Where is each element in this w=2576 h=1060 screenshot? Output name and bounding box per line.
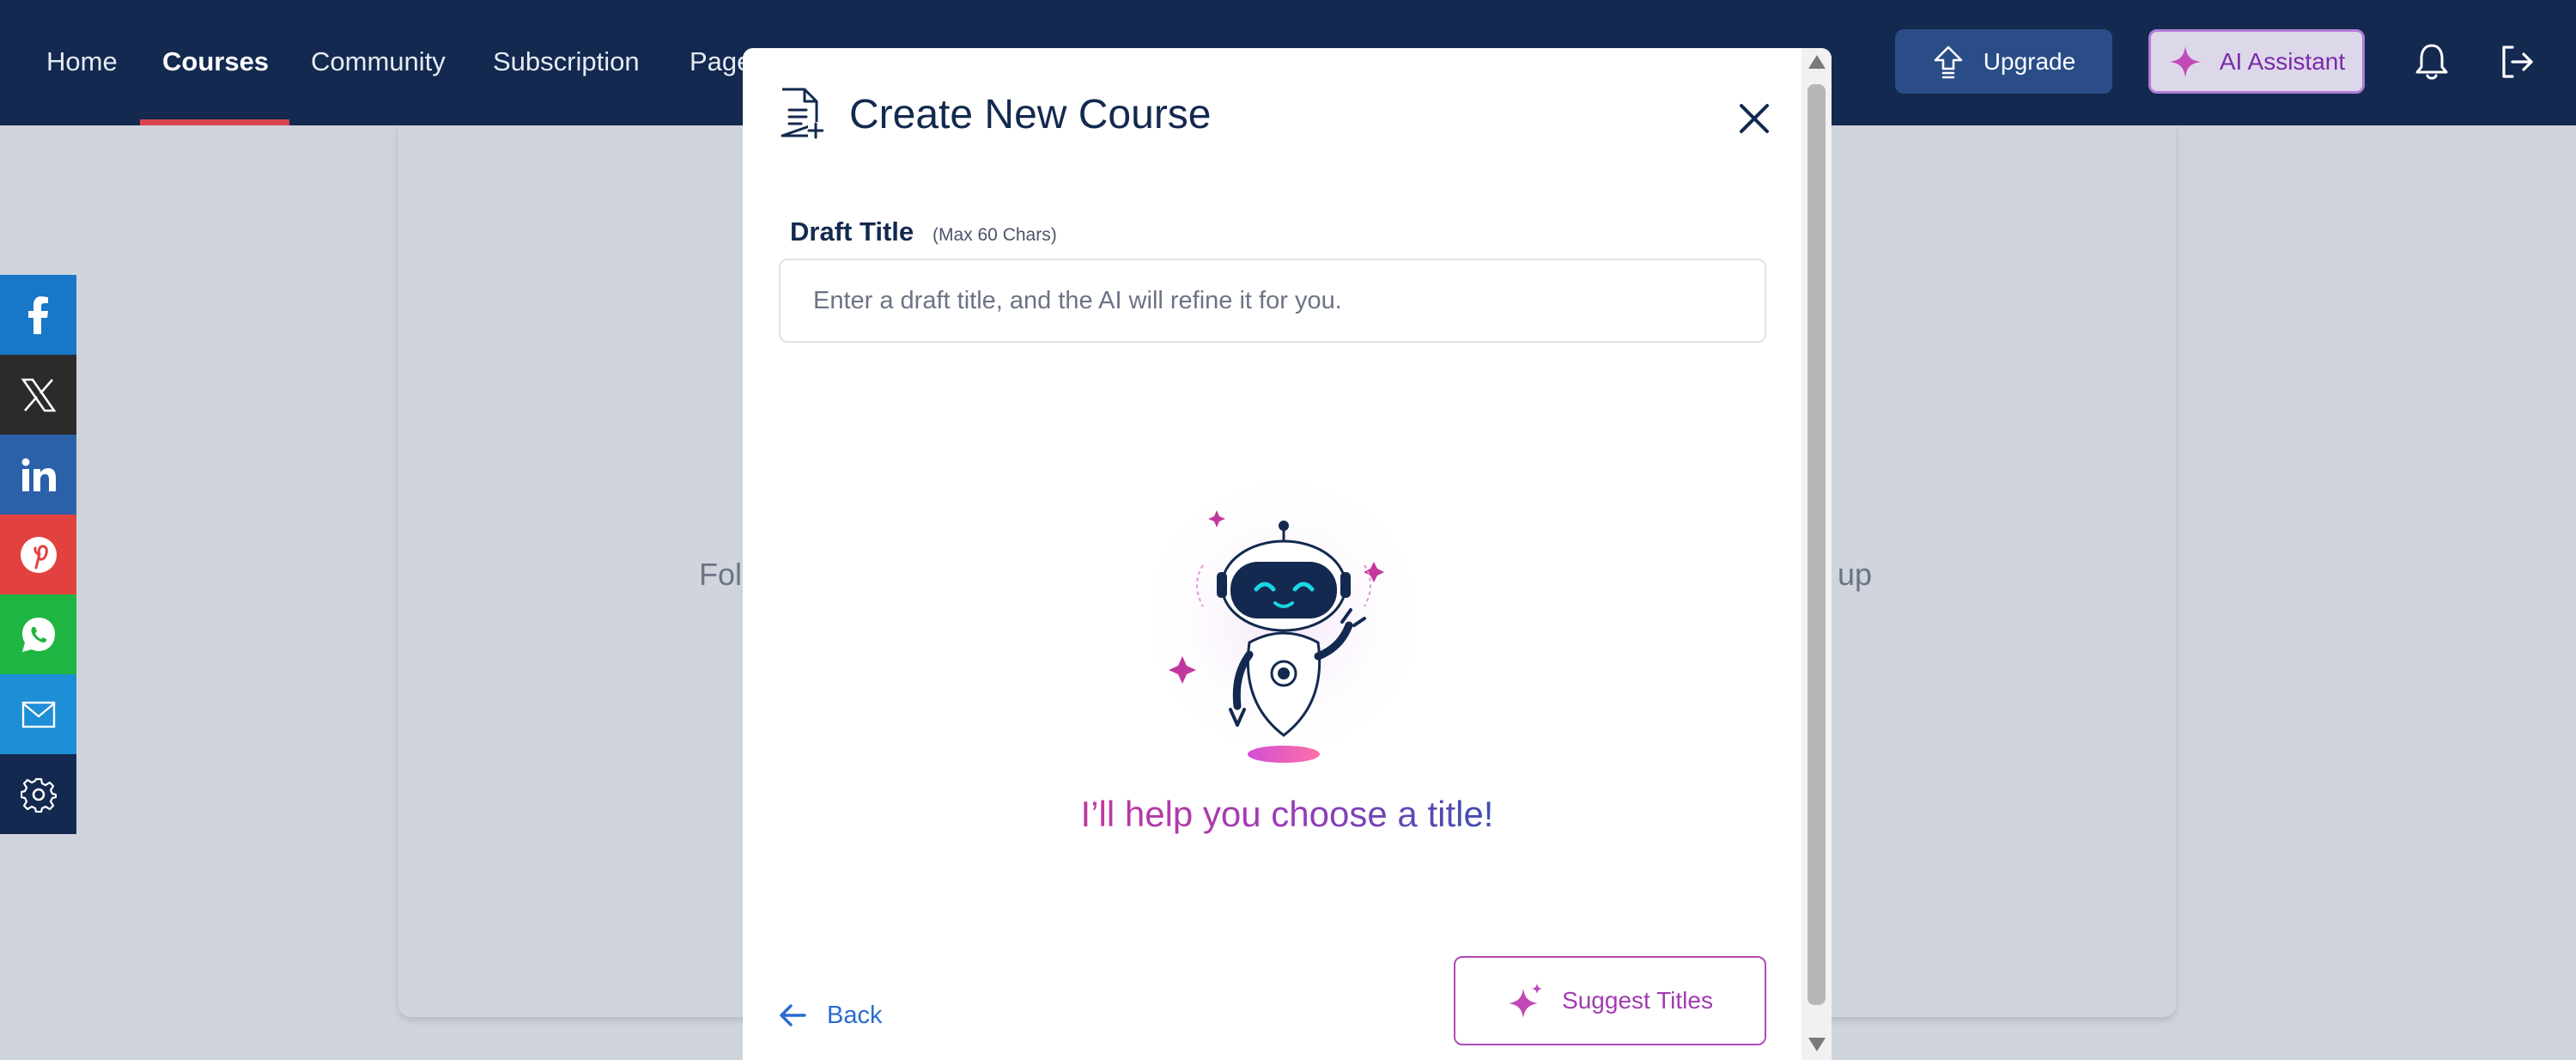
- scroll-up-arrow-icon[interactable]: [1808, 55, 1826, 69]
- close-icon[interactable]: [1728, 93, 1780, 144]
- back-label: Back: [827, 1001, 883, 1029]
- linkedin-icon[interactable]: [0, 435, 76, 515]
- settings-icon[interactable]: [0, 754, 76, 834]
- modal-title: Create New Course: [849, 92, 1212, 137]
- draft-title-input[interactable]: [779, 259, 1766, 343]
- whatsapp-icon[interactable]: [0, 594, 76, 674]
- sparkle-icon: [1509, 984, 1543, 1018]
- draft-title-hint: (Max 60 Chars): [933, 225, 1057, 245]
- ai-assistant-button[interactable]: AI Assistant: [2148, 29, 2365, 94]
- pinterest-icon[interactable]: [0, 515, 76, 594]
- bell-icon[interactable]: [2408, 38, 2456, 86]
- document-add-icon: [781, 88, 823, 139]
- logout-icon[interactable]: [2493, 38, 2541, 86]
- x-icon[interactable]: [0, 355, 76, 435]
- scroll-down-arrow-icon[interactable]: [1808, 1038, 1826, 1051]
- active-tab-indicator: [140, 119, 289, 125]
- scroll-thumb[interactable]: [1807, 84, 1826, 1005]
- helper-text-content: I’ll help you choose a title!: [1080, 794, 1494, 834]
- nav-subscription[interactable]: Subscription: [493, 43, 640, 81]
- suggest-titles-button[interactable]: Suggest Titles: [1454, 956, 1766, 1045]
- upgrade-label: Upgrade: [1983, 47, 2076, 75]
- draft-title-label: Draft Title: [790, 216, 914, 247]
- create-course-modal: Create New Course Draft Title (Max 60 Ch…: [743, 48, 1832, 1060]
- background-text-right: up: [1838, 557, 1873, 592]
- email-icon[interactable]: [0, 674, 76, 754]
- nav-courses[interactable]: Courses: [162, 43, 269, 81]
- facebook-icon[interactable]: [0, 275, 76, 355]
- upgrade-icon: [1934, 46, 1963, 78]
- back-button[interactable]: Back: [779, 991, 882, 1039]
- arrow-left-icon: [780, 1004, 806, 1026]
- ai-assistant-label: AI Assistant: [2219, 47, 2346, 75]
- sparkle-icon: [2169, 46, 2201, 77]
- helper-text: I’ll help you choose a title!: [743, 789, 1832, 840]
- nav-home[interactable]: Home: [46, 43, 118, 81]
- suggest-titles-label: Suggest Titles: [1562, 987, 1713, 1014]
- upgrade-button[interactable]: Upgrade: [1895, 29, 2112, 94]
- modal-scrollbar[interactable]: [1801, 48, 1832, 1060]
- nav-community[interactable]: Community: [311, 43, 446, 81]
- robot-illustration: [1133, 482, 1434, 783]
- background-text-left: Fol: [699, 557, 743, 592]
